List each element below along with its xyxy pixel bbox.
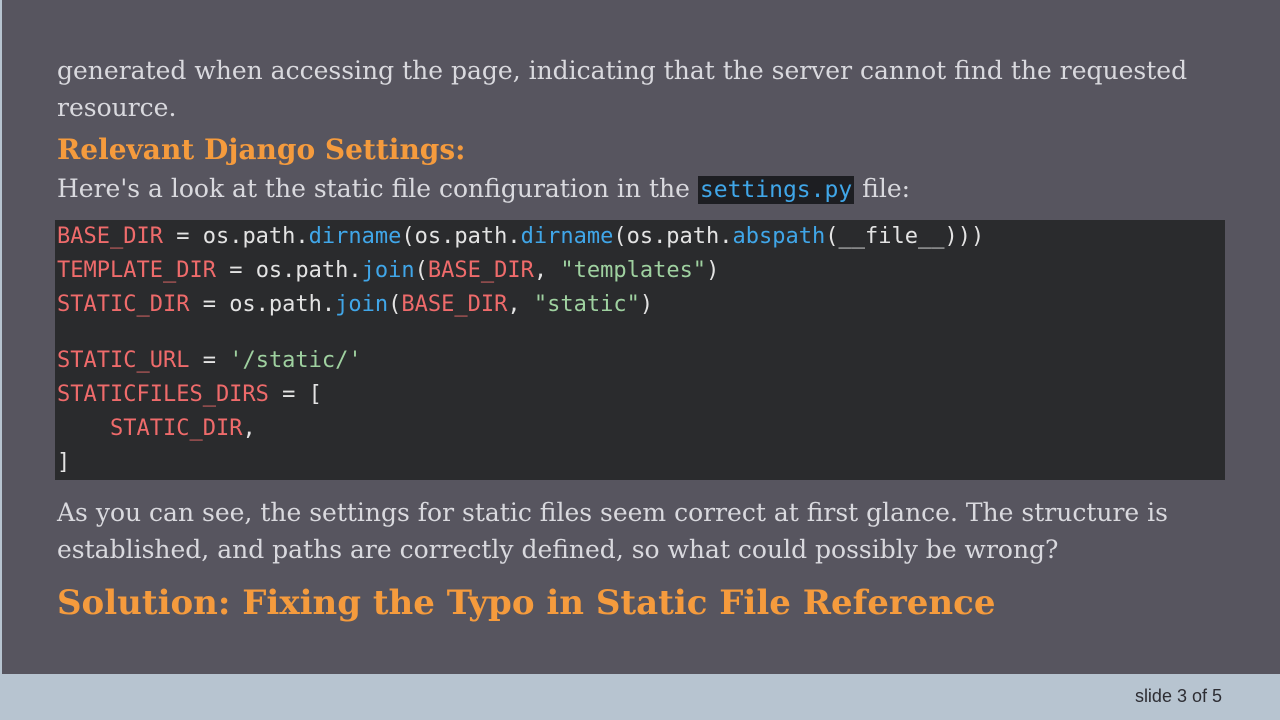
- analysis-paragraph: As you can see, the settings for static …: [57, 498, 1168, 564]
- code-token-var: STATIC_DIR: [109, 416, 243, 441]
- code-token-fn: join: [361, 258, 415, 283]
- code-token-plain: ,: [533, 258, 561, 283]
- code-token-plain: ,: [242, 416, 256, 441]
- code-token-plain: (os.path.: [401, 224, 521, 249]
- code-token-var: BASE_DIR: [57, 224, 163, 249]
- settings-lead-paragraph: Here's a look at the static file configu…: [57, 170, 1225, 209]
- settings-heading: Relevant Django Settings:: [57, 133, 466, 166]
- code-line: STATIC_URL = '/static/': [57, 344, 1225, 378]
- slide-frame-line: [0, 0, 2, 674]
- code-line: TEMPLATE_DIR = os.path.join(BASE_DIR, "t…: [57, 254, 1225, 288]
- settings-lead-text-before: Here's a look at the static file configu…: [57, 174, 698, 203]
- code-token-plain: ]: [57, 450, 71, 475]
- settings-lead-text-after: file:: [854, 174, 911, 203]
- code-token-str: "static": [533, 292, 640, 317]
- settings-file-inline-code: settings.py: [697, 176, 855, 204]
- code-line: STATIC_DIR = os.path.join(BASE_DIR, "sta…: [57, 288, 1225, 322]
- code-token-var: BASE_DIR: [401, 292, 508, 317]
- footer-bar: slide 3 of 5: [0, 674, 1280, 720]
- code-token-plain: = [: [268, 382, 322, 407]
- code-token-str: "templates": [560, 258, 707, 283]
- code-token-fn: abspath: [732, 224, 826, 249]
- code-line: ]: [57, 446, 1225, 480]
- code-token-var: STATIC_DIR: [57, 292, 190, 317]
- code-token-plain: (: [414, 258, 428, 283]
- code-block: BASE_DIR = os.path.dirname(os.path.dirna…: [55, 220, 1225, 480]
- solution-heading: Solution: Fixing the Typo in Static File…: [57, 583, 996, 623]
- code-token-plain: ): [639, 292, 654, 317]
- code-line: STATIC_DIR,: [57, 412, 1225, 446]
- slide-number: slide 3 of 5: [1134, 686, 1222, 706]
- code-token-plain: (os.path.: [613, 224, 733, 249]
- code-token-var: STATIC_URL: [57, 348, 190, 373]
- code-token-var: STATICFILES_DIRS: [57, 382, 269, 407]
- code-line: STATICFILES_DIRS = [: [57, 378, 1225, 412]
- code-token-var: TEMPLATE_DIR: [57, 258, 216, 283]
- slide-content: generated when accessing the page, indic…: [55, 50, 1225, 626]
- code-token-plain: = os.path.: [189, 292, 336, 317]
- code-token-fn: join: [335, 292, 389, 317]
- code-token-str: '/static/': [229, 348, 362, 373]
- code-token-fn: dirname: [308, 224, 402, 249]
- code-token-plain: (: [388, 292, 402, 317]
- intro-paragraph: generated when accessing the page, indic…: [57, 56, 1188, 122]
- code-line: BASE_DIR = os.path.dirname(os.path.dirna…: [57, 220, 1225, 254]
- code-token-plain: ,: [507, 292, 534, 317]
- slide: generated when accessing the page, indic…: [0, 0, 1280, 720]
- code-token-plain: ): [706, 258, 720, 283]
- code-token-var: BASE_DIR: [427, 258, 534, 283]
- code-token-plain: = os.path.: [162, 224, 309, 249]
- code-token-plain: =: [189, 348, 230, 373]
- code-token-plain: = os.path.: [215, 258, 362, 283]
- code-token-plain: (__file__))): [825, 224, 985, 249]
- code-token-fn: dirname: [520, 224, 614, 249]
